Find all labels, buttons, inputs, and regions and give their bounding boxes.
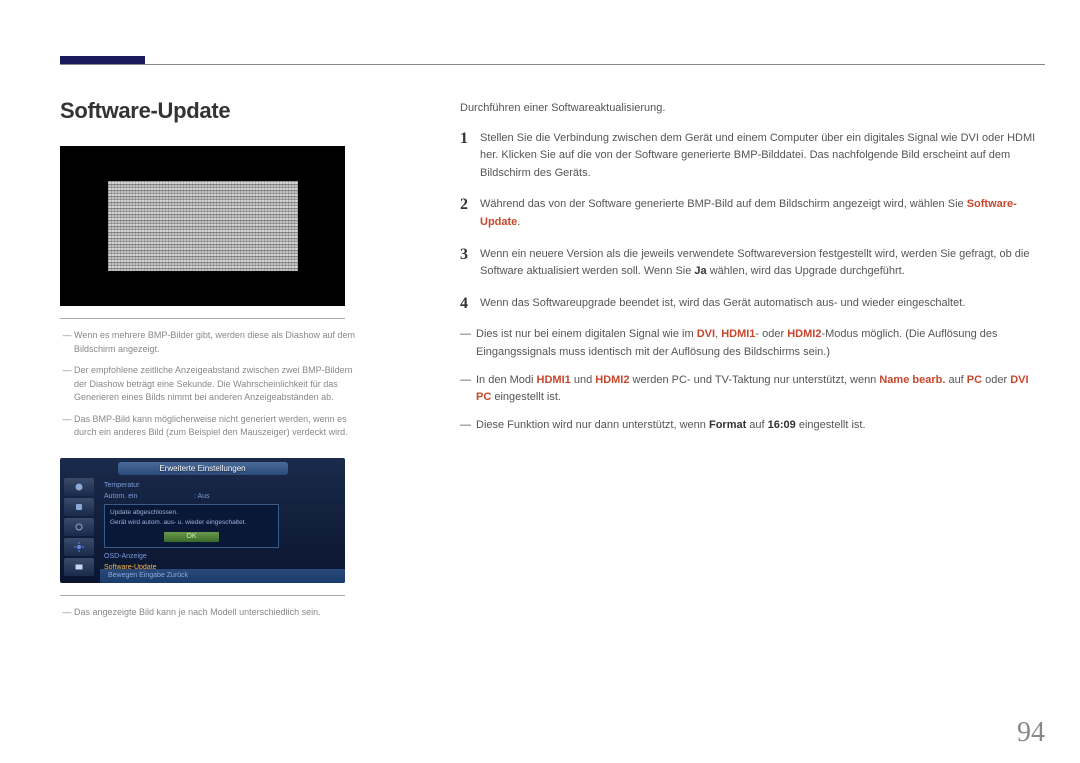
step-text: Wenn ein neuere Version als die jeweils … xyxy=(480,246,1045,281)
note-item: ―Das BMP-Bild kann möglicherweise nicht … xyxy=(60,413,360,440)
dash-icon: ― xyxy=(60,329,74,356)
left-column: Software-Update ―Wenn es mehrere BMP-Bil… xyxy=(60,98,370,627)
note-item: ―Wenn es mehrere BMP-Bilder gibt, werden… xyxy=(60,329,360,356)
note-text: Diese Funktion wird nur dann unterstützt… xyxy=(476,417,866,435)
step-text: Wenn das Softwareupgrade beendet ist, wi… xyxy=(480,295,1045,313)
osd-body: Temperatur Autom. ein: Aus Update abgesc… xyxy=(104,480,337,574)
note-item: ― Das angezeigte Bild kann je nach Model… xyxy=(60,606,360,620)
page-number: 94 xyxy=(1017,717,1045,749)
note-text: Das angezeigte Bild kann je nach Modell … xyxy=(74,606,321,620)
step-number: 1 xyxy=(460,130,480,183)
note-text: Dies ist nur bei einem digitalen Signal … xyxy=(476,326,1045,361)
step-number: 2 xyxy=(460,196,480,231)
osd-row: Autom. ein: Aus xyxy=(104,491,337,502)
osd-icon-support xyxy=(64,558,94,576)
osd-icon-settings xyxy=(64,538,94,556)
right-column: Durchführen einer Softwareaktualisierung… xyxy=(460,100,1045,444)
note-text: In den Modi HDMI1 und HDMI2 werden PC- u… xyxy=(476,372,1045,407)
osd-item: OSD-Anzeige xyxy=(104,551,337,562)
page-title: Software-Update xyxy=(60,98,370,124)
osd-footer: Bewegen Eingabe Zurück xyxy=(100,569,345,583)
osd-icon-network xyxy=(64,518,94,536)
bmp-preview-image xyxy=(60,146,345,306)
dash-icon: ― xyxy=(60,413,74,440)
osd-dialog-line: Gerät wird autom. aus- u. wieder eingesc… xyxy=(110,518,273,528)
model-note-block: ― Das angezeigte Bild kann je nach Model… xyxy=(60,606,360,620)
step: 3Wenn ein neuere Version als die jeweils… xyxy=(460,246,1045,281)
osd-sidebar xyxy=(64,478,100,578)
note-text: Der empfohlene zeitliche Anzeigeabstand … xyxy=(74,364,360,405)
divider xyxy=(60,318,345,319)
dash-icon: ― xyxy=(460,372,476,407)
osd-ok-button: OK xyxy=(164,532,219,542)
left-notes: ―Wenn es mehrere BMP-Bilder gibt, werden… xyxy=(60,329,360,440)
static-noise-graphic xyxy=(108,181,298,271)
osd-icon-sound xyxy=(64,498,94,516)
osd-screenshot: Erweiterte Einstellungen Temperatur Auto… xyxy=(60,458,345,583)
dash-icon: ― xyxy=(60,364,74,405)
osd-title: Erweiterte Einstellungen xyxy=(118,462,288,475)
osd-dialog-line: Update abgeschlossen. xyxy=(110,508,273,518)
dash-icon: ― xyxy=(60,606,74,620)
dash-icon: ― xyxy=(460,417,476,435)
divider xyxy=(60,595,345,596)
osd-icon-picture xyxy=(64,478,94,496)
step-text: Während das von der Software generierte … xyxy=(480,196,1045,231)
step-text: Stellen Sie die Verbindung zwischen dem … xyxy=(480,130,1045,183)
note-text: Das BMP-Bild kann möglicherweise nicht g… xyxy=(74,413,360,440)
note-item: ―Diese Funktion wird nur dann unterstütz… xyxy=(460,417,1045,435)
header-tab xyxy=(60,56,145,64)
step: 2Während das von der Software generierte… xyxy=(460,196,1045,231)
step-number: 3 xyxy=(460,246,480,281)
step-number: 4 xyxy=(460,295,480,313)
note-item: ―Der empfohlene zeitliche Anzeigeabstand… xyxy=(60,364,360,405)
note-item: ―In den Modi HDMI1 und HDMI2 werden PC- … xyxy=(460,372,1045,407)
note-text: Wenn es mehrere BMP-Bilder gibt, werden … xyxy=(74,329,360,356)
note-item: ―Dies ist nur bei einem digitalen Signal… xyxy=(460,326,1045,361)
osd-dialog: Update abgeschlossen. Gerät wird autom. … xyxy=(104,504,279,548)
step: 4Wenn das Softwareupgrade beendet ist, w… xyxy=(460,295,1045,313)
header-rule xyxy=(60,64,1045,65)
intro-text: Durchführen einer Softwareaktualisierung… xyxy=(460,100,1045,118)
dash-icon: ― xyxy=(460,326,476,361)
step: 1Stellen Sie die Verbindung zwischen dem… xyxy=(460,130,1045,183)
osd-row: Temperatur xyxy=(104,480,337,491)
